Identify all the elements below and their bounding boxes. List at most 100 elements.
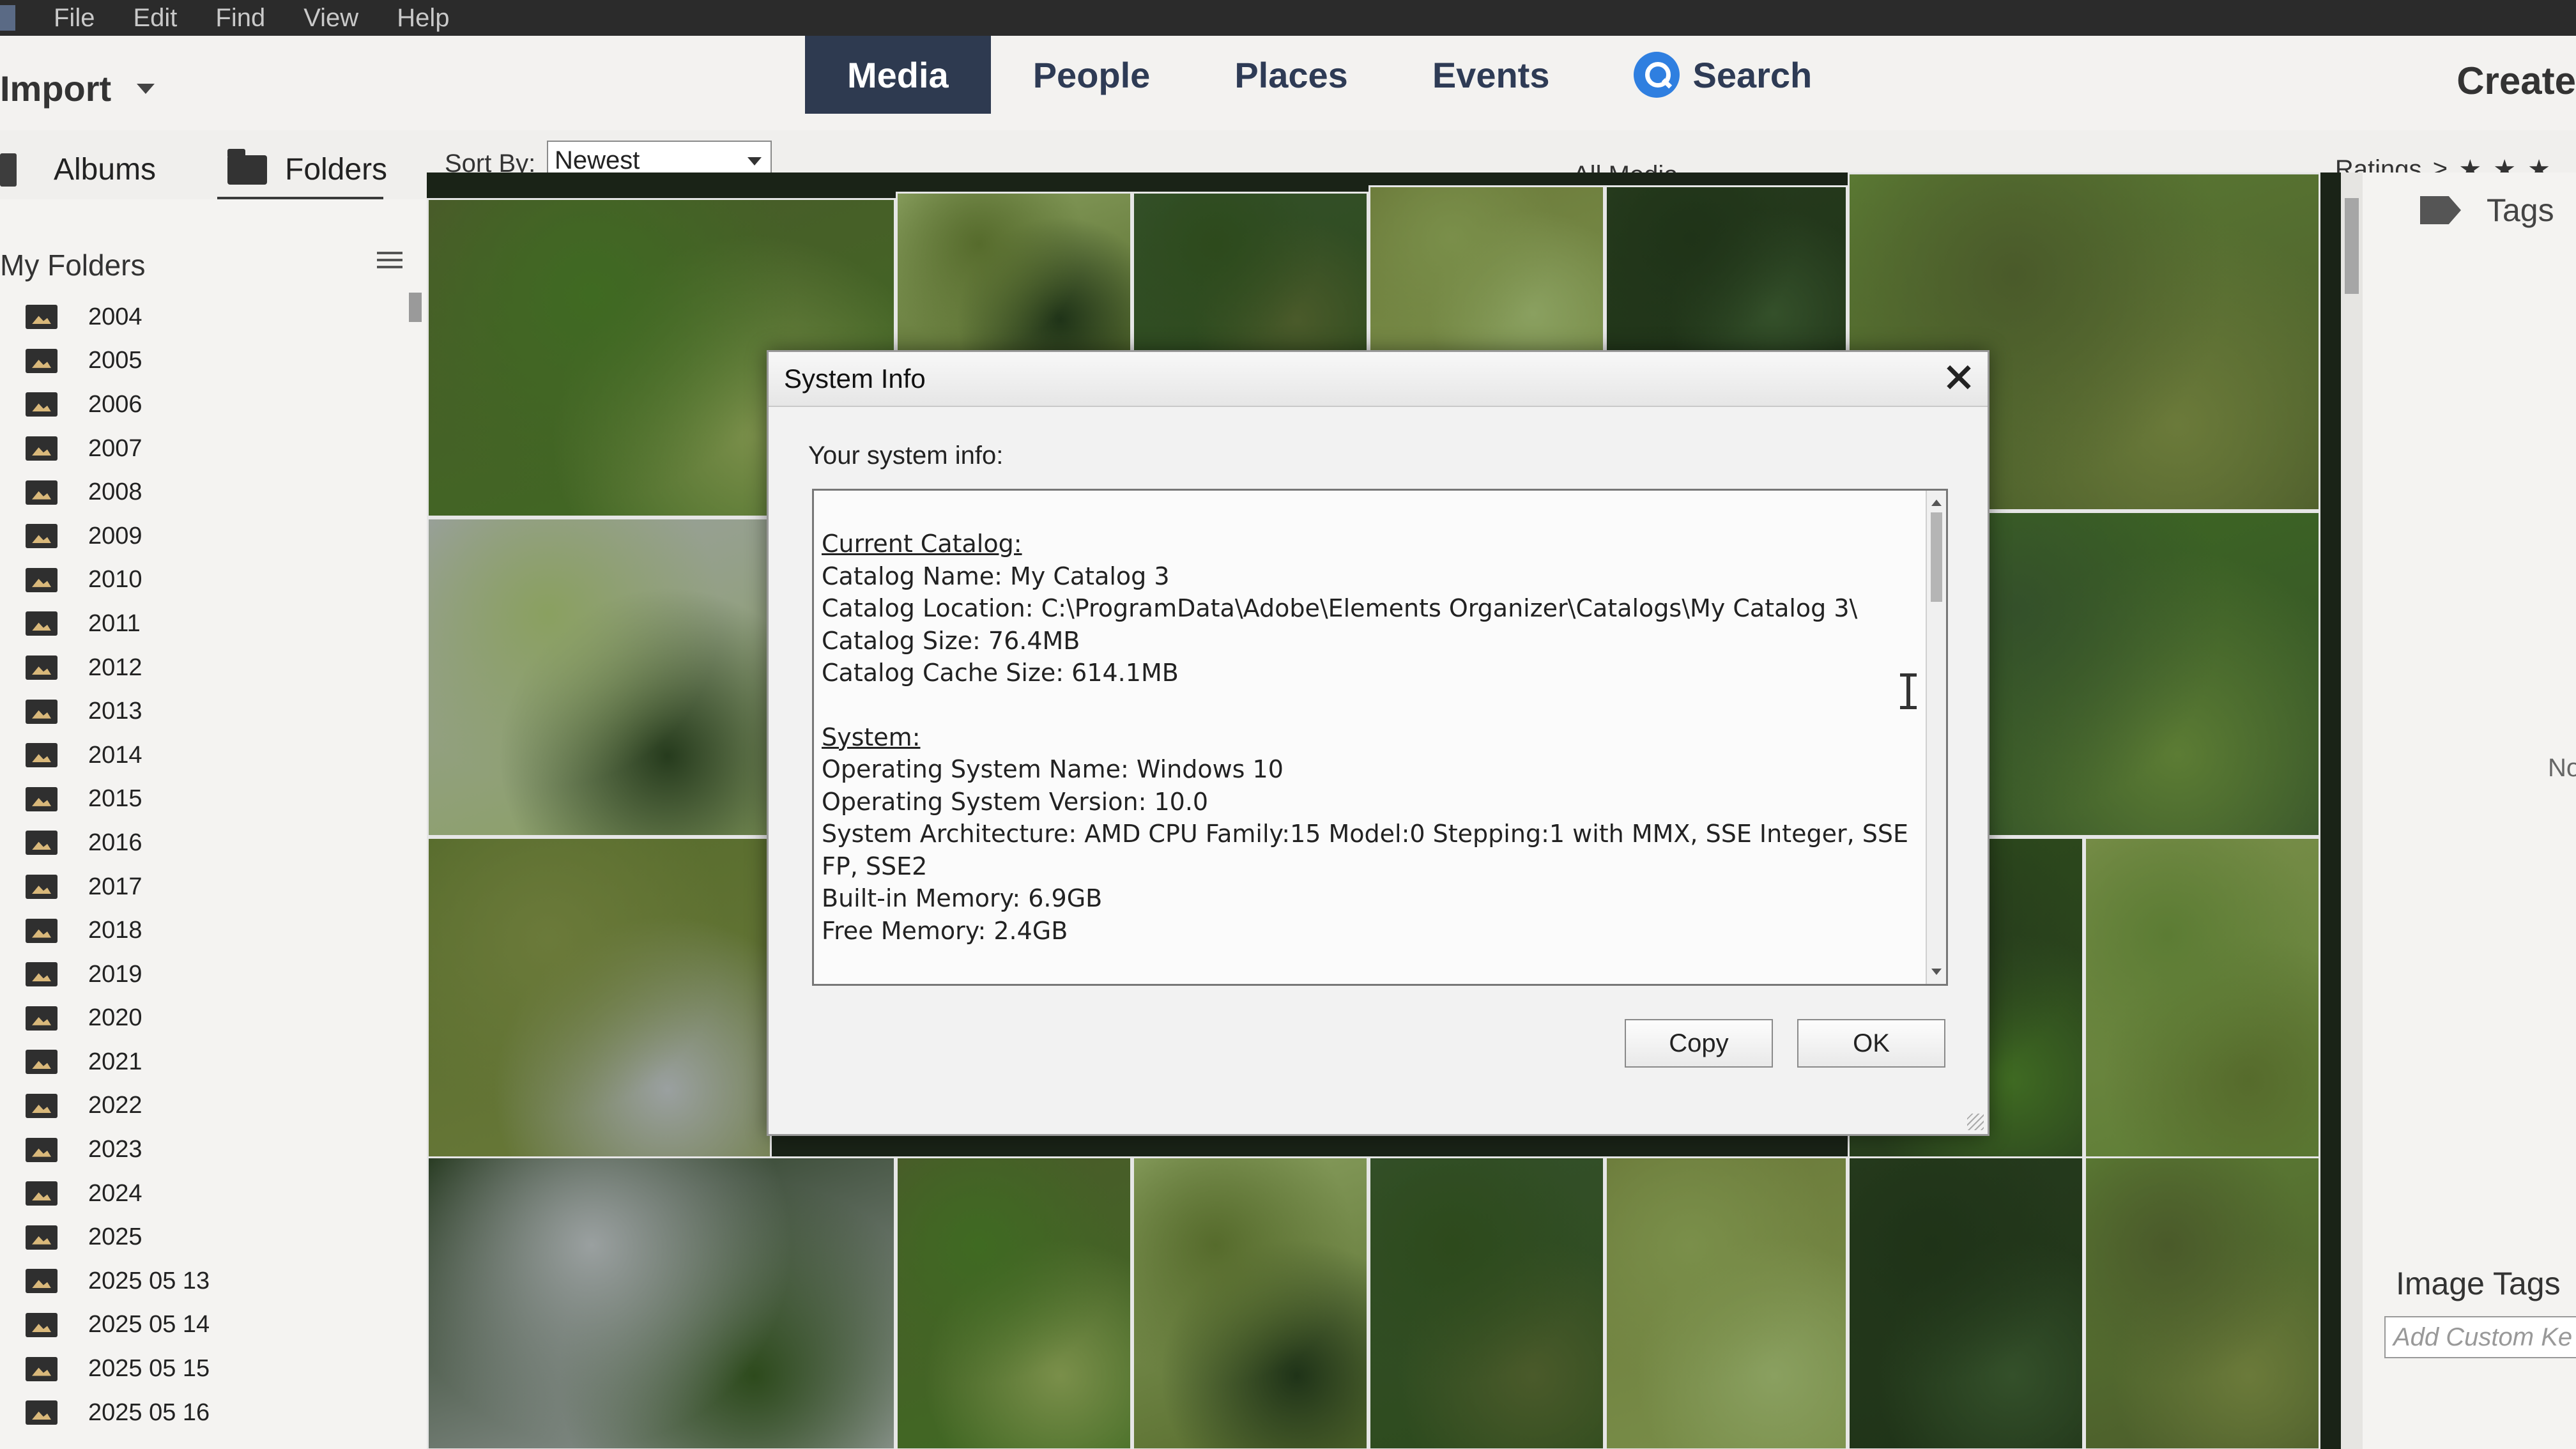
dialog-prompt: Your system info: bbox=[808, 441, 1004, 470]
folder-item[interactable]: 2025 05 15 bbox=[26, 1347, 409, 1391]
photo-folder-icon bbox=[26, 875, 57, 900]
app-icon bbox=[0, 5, 15, 31]
folder-item[interactable]: 2014 bbox=[26, 733, 409, 778]
folder-item[interactable]: 2021 bbox=[26, 1040, 409, 1084]
folder-label: 2012 bbox=[88, 654, 142, 681]
photo-thumbnail[interactable] bbox=[1605, 185, 1848, 358]
folder-item[interactable]: 2011 bbox=[26, 602, 409, 646]
folder-item[interactable]: 2013 bbox=[26, 689, 409, 733]
sidebar-scrollbar[interactable] bbox=[409, 293, 422, 322]
folder-item[interactable]: 2015 bbox=[26, 778, 409, 822]
photo-folder-icon bbox=[26, 656, 57, 680]
folder-item[interactable]: 2006 bbox=[26, 383, 409, 427]
folder-item[interactable]: 2025 bbox=[26, 1215, 409, 1259]
info-line: Operating System Name: Windows 10 bbox=[822, 755, 1284, 783]
folder-list: 2004 2005 2006 2007 2008 2009 2010 2011 2012 2013… bbox=[26, 295, 409, 1434]
create-button[interactable]: Create bbox=[2457, 59, 2576, 103]
system-info-textbox[interactable]: Current Catalog: Catalog Name: My Catalo… bbox=[812, 489, 1948, 986]
photo-folder-icon bbox=[26, 1269, 57, 1294]
photo-thumbnail[interactable] bbox=[1132, 192, 1368, 364]
folder-item[interactable]: 2007 bbox=[26, 427, 409, 471]
scroll-up-icon[interactable] bbox=[1931, 500, 1942, 506]
photo-thumbnail[interactable] bbox=[427, 837, 772, 1176]
folder-label: 2009 bbox=[88, 522, 142, 549]
folder-item[interactable]: 2008 bbox=[26, 470, 409, 514]
photo-folder-icon bbox=[26, 786, 57, 811]
photo-thumbnail[interactable] bbox=[2084, 1156, 2320, 1449]
import-button[interactable]: Import bbox=[0, 68, 155, 109]
folder-item[interactable]: 2004 bbox=[26, 295, 409, 339]
folder-item[interactable]: 2012 bbox=[26, 646, 409, 690]
folders-sidebar: My Folders 2004 2005 2006 2007 2008 2009 2010 2… bbox=[0, 199, 433, 1449]
folder-item[interactable]: 2025 05 14 bbox=[26, 1303, 409, 1347]
resize-grip-icon[interactable] bbox=[1967, 1114, 1984, 1130]
scroll-down-icon[interactable] bbox=[1931, 969, 1942, 975]
scroll-thumb[interactable] bbox=[1931, 512, 1942, 602]
tab-media[interactable]: Media bbox=[805, 36, 991, 114]
tab-places[interactable]: Places bbox=[1192, 36, 1390, 114]
grid-scrollbar[interactable] bbox=[2341, 172, 2363, 1449]
folder-label: 2024 bbox=[88, 1179, 142, 1207]
photo-folder-icon bbox=[26, 743, 57, 768]
tab-people[interactable]: People bbox=[991, 36, 1193, 114]
photo-folder-icon bbox=[26, 1225, 57, 1250]
photo-folder-icon bbox=[26, 567, 57, 592]
custom-keyword-input[interactable]: Add Custom Ke bbox=[2384, 1316, 2576, 1358]
photo-thumbnail[interactable] bbox=[1132, 1156, 1368, 1449]
folder-label: 2020 bbox=[88, 1004, 142, 1032]
copy-button[interactable]: Copy bbox=[1625, 1019, 1773, 1068]
info-line: Catalog Location: C:\ProgramData\Adobe\E… bbox=[822, 594, 1858, 622]
photo-folder-icon bbox=[26, 962, 57, 987]
tags-tab[interactable]: Tags bbox=[2420, 192, 2554, 229]
albums-tab[interactable]: Albums bbox=[0, 152, 156, 187]
menu-file[interactable]: File bbox=[54, 4, 95, 33]
my-folders-title: My Folders bbox=[0, 249, 146, 282]
photo-folder-icon bbox=[26, 436, 57, 461]
folder-item[interactable]: 2018 bbox=[26, 908, 409, 953]
folder-item[interactable]: 2020 bbox=[26, 997, 409, 1041]
ok-button[interactable]: OK bbox=[1797, 1019, 1945, 1068]
photo-thumbnail[interactable] bbox=[427, 518, 772, 837]
photo-thumbnail[interactable] bbox=[2084, 837, 2320, 1163]
close-icon[interactable] bbox=[1942, 360, 1976, 394]
folder-item[interactable]: 2024 bbox=[26, 1172, 409, 1216]
folder-item[interactable]: 2019 bbox=[26, 953, 409, 997]
photo-thumbnail[interactable] bbox=[427, 1156, 896, 1449]
dialog-title-bar[interactable]: System Info bbox=[769, 352, 1988, 407]
folder-item[interactable]: 2023 bbox=[26, 1128, 409, 1172]
menu-edit[interactable]: Edit bbox=[133, 4, 177, 33]
photo-thumbnail[interactable] bbox=[896, 192, 1132, 364]
scroll-thumb[interactable] bbox=[2345, 198, 2359, 294]
folder-label: 2005 bbox=[88, 347, 142, 374]
menu-view[interactable]: View bbox=[303, 4, 358, 33]
photo-thumbnail[interactable] bbox=[1368, 1156, 1605, 1449]
folders-tab[interactable]: Folders bbox=[227, 148, 387, 187]
folder-item[interactable]: 2016 bbox=[26, 821, 409, 865]
folder-label: 2022 bbox=[88, 1092, 142, 1119]
tab-events[interactable]: Events bbox=[1390, 36, 1592, 114]
photo-folder-icon bbox=[26, 1006, 57, 1031]
search-button[interactable]: Search bbox=[1591, 36, 1854, 114]
list-options-icon[interactable] bbox=[377, 252, 402, 271]
photo-thumbnail[interactable] bbox=[1605, 1156, 1848, 1449]
photo-thumbnail[interactable] bbox=[896, 1156, 1132, 1449]
folder-label: 2010 bbox=[88, 566, 142, 594]
folder-label: 2016 bbox=[88, 829, 142, 856]
folder-label: 2025 bbox=[88, 1223, 142, 1251]
folder-item[interactable]: 2010 bbox=[26, 558, 409, 602]
tags-panel: Tags No Image Tags Add Custom Ke bbox=[2363, 172, 2576, 1449]
menu-help[interactable]: Help bbox=[397, 4, 449, 33]
photo-thumbnail[interactable] bbox=[1848, 1156, 2084, 1449]
folder-label: 2013 bbox=[88, 698, 142, 725]
folder-item[interactable]: 2025 05 16 bbox=[26, 1391, 409, 1435]
textbox-scrollbar[interactable] bbox=[1926, 491, 1946, 984]
folder-item[interactable]: 2022 bbox=[26, 1084, 409, 1128]
photo-folder-icon bbox=[26, 305, 57, 330]
menu-find[interactable]: Find bbox=[215, 4, 265, 33]
folder-item[interactable]: 2009 bbox=[26, 514, 409, 558]
folder-item[interactable]: 2005 bbox=[26, 339, 409, 383]
folder-item[interactable]: 2025 05 13 bbox=[26, 1259, 409, 1303]
menu-bar: File Edit Find View Help bbox=[0, 0, 2576, 36]
folder-item[interactable]: 2017 bbox=[26, 865, 409, 909]
photo-thumbnail[interactable] bbox=[1368, 185, 1605, 358]
